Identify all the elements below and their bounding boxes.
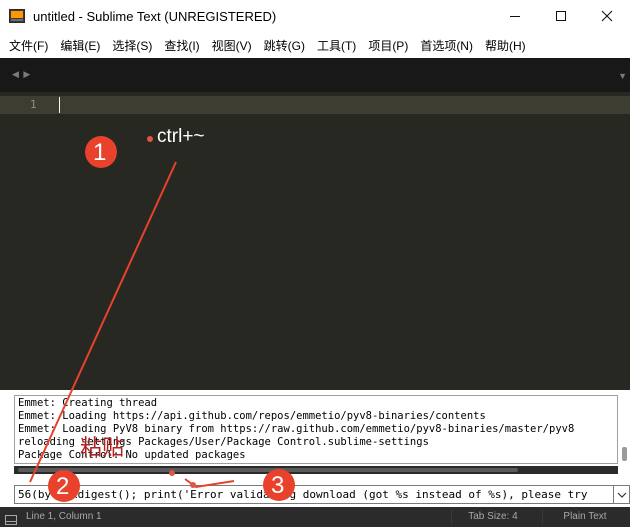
annotation-step-3-number: 3 — [271, 472, 285, 499]
current-line-highlight — [0, 96, 630, 114]
menu-file[interactable]: 文件(F) — [9, 37, 48, 54]
status-divider — [451, 510, 452, 524]
menu-bar: 文件(F) 编辑(E) 选择(S) 查找(I) 视图(V) 跳转(G) 工具(T… — [0, 32, 630, 58]
text-cursor — [59, 97, 60, 113]
tab-overflow-icon[interactable]: ▼ — [618, 71, 627, 81]
editor-area[interactable]: 1 — [0, 92, 630, 390]
tab-size-selector[interactable]: Tab Size: 4 — [453, 511, 533, 522]
menu-project[interactable]: 项目(P) — [368, 37, 408, 54]
title-bar: untitled - Sublime Text (UNREGISTERED) — [0, 0, 630, 32]
menu-goto[interactable]: 跳转(G) — [264, 37, 305, 54]
console-vertical-scrollbar[interactable] — [619, 395, 629, 464]
console-horizontal-scrollbar[interactable] — [14, 466, 618, 474]
syntax-selector[interactable]: Plain Text — [545, 511, 625, 522]
menu-help[interactable]: 帮助(H) — [485, 37, 526, 54]
sublime-app-icon — [9, 8, 25, 24]
window-title: untitled - Sublime Text (UNREGISTERED) — [33, 8, 277, 24]
annotation-step-1-label: ctrl+~ — [157, 126, 205, 147]
annotation-step-1-number: 1 — [93, 139, 107, 166]
status-divider — [542, 510, 543, 524]
menu-view[interactable]: 视图(V) — [212, 37, 252, 54]
line-number: 1 — [30, 98, 37, 111]
console-input[interactable]: 56(by.hexdigest(); print('Error validati… — [14, 485, 614, 504]
panel-toggle-icon[interactable] — [5, 512, 17, 525]
menu-tools[interactable]: 工具(T) — [317, 37, 356, 54]
minimize-icon[interactable] — [492, 0, 538, 32]
menu-edit[interactable]: 编辑(E) — [60, 37, 100, 54]
menu-preferences[interactable]: 首选项(N) — [420, 37, 473, 54]
annotation-step-2-number: 2 — [56, 473, 70, 500]
annotation-step-2-label: 粘贴 — [80, 436, 125, 461]
menu-find[interactable]: 查找(I) — [164, 37, 199, 54]
maximize-icon[interactable] — [538, 0, 584, 32]
chevron-down-icon[interactable] — [614, 485, 630, 504]
status-bar: Line 1, Column 1 Tab Size: 4 Plain Text — [0, 507, 630, 527]
tab-nav-arrows-icon[interactable]: ◀ ▶ — [12, 69, 31, 80]
tab-bar: ◀ ▶ ▼ — [0, 58, 630, 92]
cursor-position: Line 1, Column 1 — [26, 511, 102, 522]
menu-selection[interactable]: 选择(S) — [112, 37, 152, 54]
close-icon[interactable] — [584, 0, 630, 32]
